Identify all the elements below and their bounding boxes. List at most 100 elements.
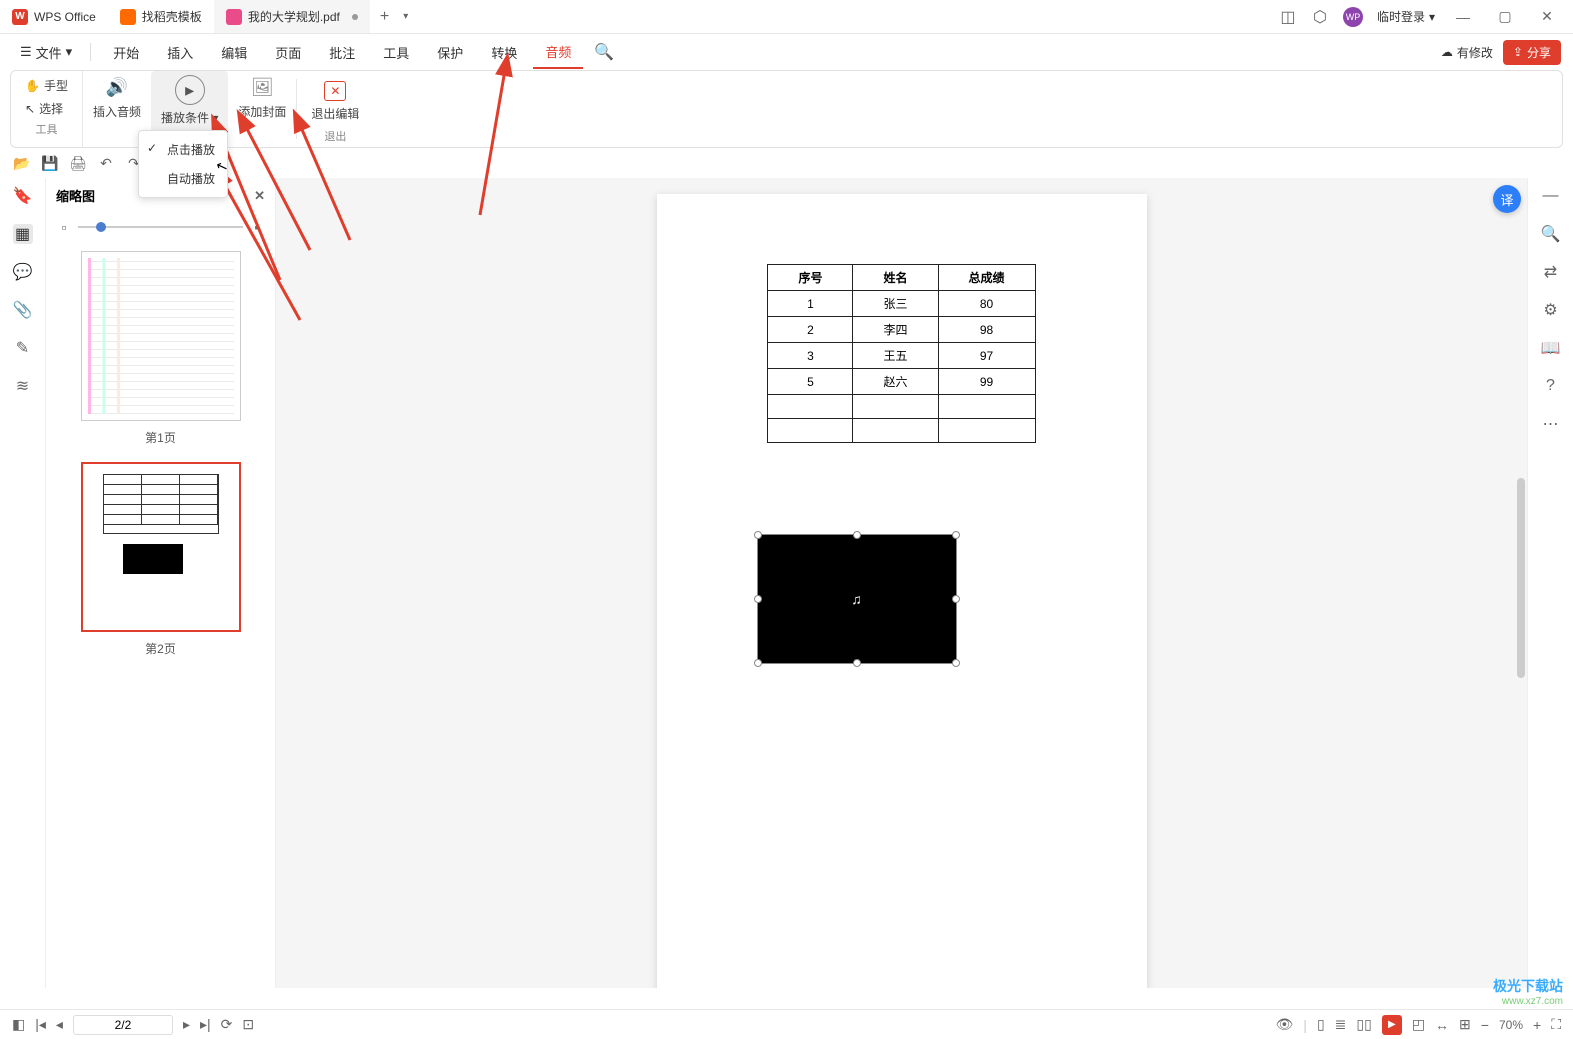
cloud-modified[interactable]: ☁ 有修改 <box>1441 44 1493 61</box>
page-number-input[interactable] <box>73 1015 173 1035</box>
exit-icon: ✕ <box>324 81 346 101</box>
cube-icon[interactable]: ⬡ <box>1311 8 1329 26</box>
more-icon[interactable]: ⋯ <box>1541 414 1561 434</box>
single-page-icon[interactable]: ▯ <box>1317 1016 1325 1033</box>
right-sidebar: — 🔍 ⇄ ⚙ 📖 ? ⋯ <box>1527 178 1573 988</box>
exit-edit-button[interactable]: ✕ 退出编辑 <box>301 77 369 126</box>
eye-icon[interactable]: 👁 <box>1276 1016 1294 1033</box>
close-button[interactable]: ✕ <box>1533 3 1561 31</box>
resize-handle[interactable] <box>952 659 960 667</box>
tab-list-dropdown[interactable]: ▾ <box>399 11 412 22</box>
resize-handle[interactable] <box>754 659 762 667</box>
rotate-icon[interactable]: ⟳ <box>221 1016 233 1033</box>
menu-tools[interactable]: 工具 <box>371 37 421 68</box>
menubar: ☰ 文件 ▾ 开始 插入 编辑 页面 批注 工具 保护 转换 音频 🔍 ☁ 有修… <box>0 34 1573 70</box>
menu-insert[interactable]: 插入 <box>155 37 205 68</box>
crop-icon[interactable]: ◰ <box>1412 1016 1425 1033</box>
open-icon[interactable]: 📂 <box>14 155 30 171</box>
sidebar-toggle-icon[interactable]: ◧ <box>12 1016 25 1033</box>
play-button[interactable]: ▶ <box>1382 1015 1402 1035</box>
table-row <box>768 395 1035 419</box>
transfer-icon[interactable]: ⇄ <box>1541 262 1561 282</box>
panel-icon[interactable]: ◫ <box>1279 8 1297 26</box>
share-button[interactable]: ⇪ 分享 <box>1503 40 1561 65</box>
menu-edit[interactable]: 编辑 <box>209 37 259 68</box>
next-page-icon[interactable]: ▸ <box>183 1016 190 1033</box>
comment-icon[interactable]: 💬 <box>13 262 33 282</box>
resize-handle[interactable] <box>754 531 762 539</box>
thumbnail-page-2[interactable]: 第2页 <box>56 462 265 657</box>
app-tab-file[interactable]: 我的大学规划.pdf <box>214 0 370 33</box>
watermark: 极光下载站 www.xz7.com <box>1493 976 1563 1007</box>
undo-icon[interactable]: ↶ <box>98 155 114 171</box>
two-page-icon[interactable]: ▯▯ <box>1356 1016 1371 1033</box>
add-cover-button[interactable]: 🖼 添加封面 <box>228 71 296 147</box>
fit-page-icon[interactable]: ⊞ <box>1459 1016 1471 1033</box>
titlebar: W WPS Office 找稻壳模板 我的大学规划.pdf + ▾ ◫ ⬡ WP… <box>0 0 1573 34</box>
canvas[interactable]: 序号 姓名 总成绩 1张三80 2李四98 3王五97 5赵六99 ♫ <box>276 178 1527 988</box>
resize-handle[interactable] <box>754 595 762 603</box>
search-icon[interactable]: 🔍 <box>595 43 613 61</box>
zoom-in-icon[interactable]: ▪ <box>249 219 265 235</box>
resize-handle[interactable] <box>952 531 960 539</box>
thumbnail-icon[interactable]: ▦ <box>13 224 33 244</box>
save-icon[interactable]: 💾 <box>42 155 58 171</box>
pdf-logo-icon <box>226 9 242 25</box>
zoom-level[interactable]: 70% <box>1499 1018 1523 1032</box>
menu-page[interactable]: 页面 <box>263 37 313 68</box>
last-page-icon[interactable]: ▸| <box>200 1016 211 1033</box>
left-sidebar: 🔖 ▦ 💬 📎 ✎ ≋ <box>0 178 46 988</box>
app-tab-docer[interactable]: 找稻壳模板 <box>108 0 214 33</box>
login-button[interactable]: 临时登录 ▾ <box>1377 8 1435 25</box>
zoom-out-button[interactable]: − <box>1481 1017 1489 1033</box>
table-row: 1张三80 <box>768 291 1035 317</box>
menu-audio[interactable]: 音频 <box>533 36 583 69</box>
scrollbar[interactable] <box>1517 478 1525 678</box>
print-icon[interactable]: 🖨 <box>70 155 86 171</box>
new-tab-button[interactable]: + <box>370 8 399 26</box>
bookmark-icon[interactable]: 🔖 <box>13 186 33 206</box>
avatar-icon[interactable]: WP <box>1343 7 1363 27</box>
zoom-in-button[interactable]: + <box>1533 1017 1541 1033</box>
signature-icon[interactable]: ✎ <box>13 338 33 358</box>
layers-icon[interactable]: ≋ <box>13 376 33 396</box>
menu-start[interactable]: 开始 <box>101 37 151 68</box>
float-translate-button[interactable]: 译 <box>1493 185 1521 213</box>
continuous-icon[interactable]: ≣ <box>1335 1016 1347 1033</box>
zoom-out-icon[interactable]: ▫ <box>56 219 72 235</box>
search-icon[interactable]: 🔍 <box>1541 224 1561 244</box>
main-area: 🔖 ▦ 💬 📎 ✎ ≋ 缩略图 ✕ ▫ ▪ 第1页 <box>0 178 1573 988</box>
help-icon[interactable]: ? <box>1541 376 1561 396</box>
audio-object[interactable]: ♫ <box>757 534 957 664</box>
first-page-icon[interactable]: |◂ <box>35 1016 46 1033</box>
resize-handle[interactable] <box>853 659 861 667</box>
separator <box>90 43 91 61</box>
zoom-slider[interactable] <box>78 226 243 228</box>
thumbnail-page-1[interactable]: 第1页 <box>56 251 265 446</box>
wps-logo-icon: W <box>12 9 28 25</box>
fit-icon[interactable]: ⊡ <box>242 1016 254 1033</box>
prev-page-icon[interactable]: ◂ <box>56 1016 63 1033</box>
close-panel-button[interactable]: ✕ <box>254 188 265 204</box>
settings-icon[interactable]: ⚙ <box>1541 300 1561 320</box>
app-tab-wps[interactable]: W WPS Office <box>0 0 108 33</box>
resize-handle[interactable] <box>853 531 861 539</box>
dropdown-auto-play[interactable]: 自动播放 <box>139 164 227 193</box>
zoom-handle[interactable] <box>96 222 106 232</box>
menu-annotate[interactable]: 批注 <box>317 37 367 68</box>
minimize-button[interactable]: — <box>1449 3 1477 31</box>
attachment-icon[interactable]: 📎 <box>13 300 33 320</box>
fit-width-icon[interactable]: ↔ <box>1435 1017 1449 1033</box>
thumbnail-list: 第1页 第2页 <box>46 241 275 683</box>
resize-handle[interactable] <box>952 595 960 603</box>
hand-tool-button[interactable]: ✋ 手型 <box>21 75 72 96</box>
maximize-button[interactable]: ▢ <box>1491 3 1519 31</box>
book-icon[interactable]: 📖 <box>1541 338 1561 358</box>
minus-icon[interactable]: — <box>1541 186 1561 206</box>
file-menu-button[interactable]: ☰ 文件 ▾ <box>12 39 80 66</box>
select-tool-button[interactable]: ↖ 选择 <box>21 98 72 119</box>
fullscreen-icon[interactable]: ⛶ <box>1551 1016 1561 1033</box>
menu-protect[interactable]: 保护 <box>425 37 475 68</box>
menu-convert[interactable]: 转换 <box>479 37 529 68</box>
table-header-row: 序号 姓名 总成绩 <box>768 265 1035 291</box>
